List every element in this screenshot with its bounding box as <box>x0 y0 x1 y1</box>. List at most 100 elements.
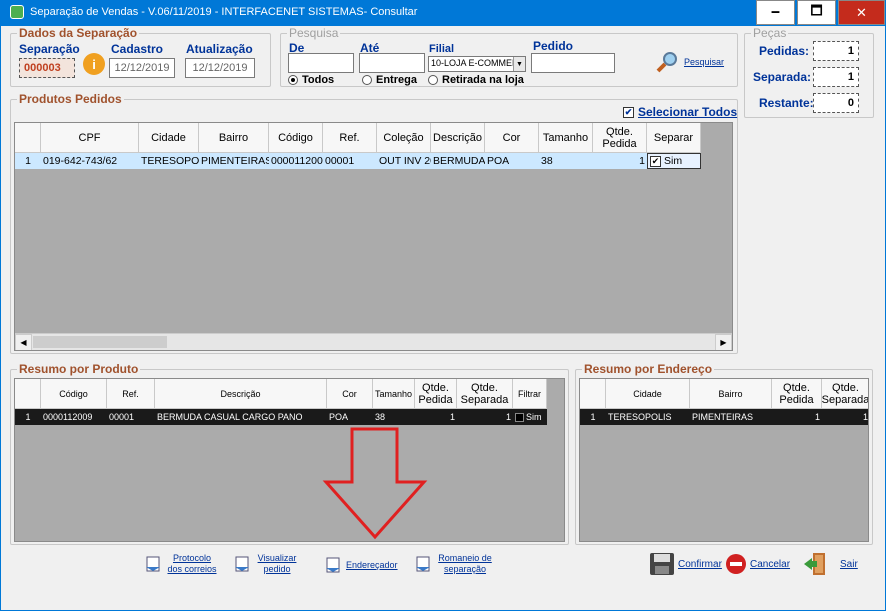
cancelar-button[interactable]: Cancelar <box>725 553 790 575</box>
col-ref[interactable]: Ref. <box>323 123 377 153</box>
resumo-endereco-header: Cidade Bairro Qtde. Pedida Qtde. Separad… <box>580 379 868 409</box>
de-field[interactable] <box>288 53 354 73</box>
cell-cor[interactable]: POA <box>327 409 373 425</box>
cell-separar[interactable]: ✔ Sim <box>647 153 701 169</box>
minimize-button[interactable]: 🗕 <box>756 0 795 25</box>
col-ref[interactable]: Ref. <box>107 379 155 409</box>
cell-qtde-separada[interactable]: 1 <box>822 409 868 425</box>
cell-bairro[interactable]: PIMENTEIRAS <box>690 409 772 425</box>
col-descricao[interactable]: Descrição <box>431 123 485 153</box>
cell-descricao[interactable]: BERMUDA <box>431 153 485 169</box>
pesquisa-legend: Pesquisa <box>287 26 341 40</box>
confirmar-button[interactable]: Confirmar <box>649 552 722 576</box>
cell-cpf[interactable]: 019-642-743/62 <box>41 153 139 169</box>
resumo-produto-grid[interactable]: Código Ref. Descrição Cor Tamanho Qtde. … <box>14 378 565 542</box>
table-row[interactable]: 1 TERESOPOLIS PIMENTEIRAS 1 1 <box>580 409 868 425</box>
table-row[interactable]: 1 0000112009 00001 BERMUDA CASUAL CARGO … <box>15 409 547 425</box>
produtos-hscrollbar[interactable]: ◀ ▶ <box>15 333 732 350</box>
pesquisar-button[interactable]: Pesquisar <box>655 51 724 73</box>
enderecador-button[interactable]: Endereçador <box>324 556 398 574</box>
col-cidade[interactable]: Cidade <box>139 123 199 153</box>
row-indicator-header <box>15 379 41 409</box>
cell-filtrar[interactable]: Sim <box>513 409 547 425</box>
col-qtde-pedida[interactable]: Qtde. Pedida <box>593 123 647 153</box>
cell-ref[interactable]: 00001 <box>107 409 155 425</box>
cell-codigo[interactable]: 0000112009 <box>41 409 107 425</box>
col-separar[interactable]: Separar <box>647 123 701 153</box>
dados-separacao-legend: Dados da Separação <box>17 26 140 40</box>
separada-value: 1 <box>813 67 859 87</box>
table-row[interactable]: 1 019-642-743/62 TERESOPOI PIMENTEIRAS 0… <box>15 153 701 169</box>
cell-ref[interactable]: 00001 <box>323 153 377 169</box>
col-tamanho[interactable]: Tamanho <box>373 379 415 409</box>
col-codigo[interactable]: Código <box>41 379 107 409</box>
cell-qtde-separada[interactable]: 1 <box>457 409 513 425</box>
col-cor[interactable]: Cor <box>485 123 539 153</box>
document-icon <box>146 556 160 572</box>
radio-todos-dot[interactable] <box>288 75 298 85</box>
close-button[interactable]: ✕ <box>838 0 885 25</box>
resumo-endereco-legend: Resumo por Endereço <box>582 362 715 376</box>
col-descricao[interactable]: Descrição <box>155 379 327 409</box>
radio-entrega-dot[interactable] <box>362 75 372 85</box>
resumo-endereco-grid[interactable]: Cidade Bairro Qtde. Pedida Qtde. Separad… <box>579 378 869 542</box>
col-filtrar[interactable]: Filtrar <box>513 379 547 409</box>
selecionar-todos-check-icon[interactable]: ✔ <box>623 106 634 118</box>
col-qtde-pedida[interactable]: Qtde. Pedida <box>415 379 457 409</box>
cell-descricao[interactable]: BERMUDA CASUAL CARGO PANO <box>155 409 327 425</box>
protocolo-correios-button[interactable]: Protocolo dos correios <box>144 553 218 575</box>
selecionar-todos-checkbox[interactable]: ✔ Selecionar Todos <box>623 105 737 119</box>
radio-retirada-label: Retirada na loja <box>442 74 524 86</box>
col-cidade[interactable]: Cidade <box>606 379 690 409</box>
ate-field[interactable] <box>359 53 425 73</box>
cell-colecao[interactable]: OUT INV 20 <box>377 153 431 169</box>
filial-select[interactable]: 10-LOJA E-COMMER ▼ <box>428 56 526 72</box>
col-cpf[interactable]: CPF <box>41 123 139 153</box>
col-codigo[interactable]: Código <box>269 123 323 153</box>
chevron-down-icon[interactable]: ▼ <box>513 57 525 71</box>
cell-cor[interactable]: POA <box>485 153 539 169</box>
radio-retirada-dot[interactable] <box>428 75 438 85</box>
produtos-grid[interactable]: CPF Cidade Bairro Código Ref. Coleção De… <box>14 122 733 351</box>
col-cor[interactable]: Cor <box>327 379 373 409</box>
resumo-produto-group: Resumo por Produto Código Ref. Descrição… <box>10 362 569 545</box>
atualizacao-label: Atualização <box>186 42 253 56</box>
col-bairro[interactable]: Bairro <box>690 379 772 409</box>
scroll-left-icon[interactable]: ◀ <box>15 334 32 350</box>
col-bairro[interactable]: Bairro <box>199 123 269 153</box>
scroll-right-icon[interactable]: ▶ <box>715 334 732 350</box>
radio-todos[interactable]: Todos <box>288 74 334 86</box>
col-tamanho[interactable]: Tamanho <box>539 123 593 153</box>
col-colecao[interactable]: Coleção <box>377 123 431 153</box>
romaneio-button[interactable]: Romaneio de separação <box>414 553 494 575</box>
filtrar-check-icon[interactable] <box>515 412 524 422</box>
row-indicator-header <box>15 123 41 153</box>
enderecador-label: Endereçador <box>346 559 398 570</box>
separar-value: Sim <box>664 155 683 167</box>
sair-button[interactable]: Sair <box>803 551 858 577</box>
cell-codigo[interactable]: 000011200 <box>269 153 323 169</box>
cell-qtde-pedida[interactable]: 1 <box>415 409 457 425</box>
col-qtde-pedida[interactable]: Qtde. Pedida <box>772 379 822 409</box>
scroll-thumb[interactable] <box>33 336 167 348</box>
col-qtde-separada[interactable]: Qtde. Separada <box>822 379 868 409</box>
radio-entrega[interactable]: Entrega <box>362 74 417 86</box>
cell-bairro[interactable]: PIMENTEIRAS <box>199 153 269 169</box>
filial-value: 10-LOJA E-COMMER <box>431 58 519 68</box>
separar-check-icon[interactable]: ✔ <box>650 155 661 167</box>
cell-tamanho[interactable]: 38 <box>539 153 593 169</box>
pedido-field[interactable] <box>531 53 615 73</box>
application-window: Separação de Vendas - V.06/11/2019 - INT… <box>0 0 886 611</box>
cell-cidade[interactable]: TERESOPOLIS <box>606 409 690 425</box>
maximize-button[interactable]: 🗖 <box>797 0 836 25</box>
cell-tamanho[interactable]: 38 <box>373 409 415 425</box>
separacao-field[interactable]: 000003 <box>19 58 75 78</box>
cell-qtde[interactable]: 1 <box>593 153 647 169</box>
radio-retirada[interactable]: Retirada na loja <box>428 74 524 86</box>
info-icon[interactable]: i <box>83 53 105 75</box>
row-number: 1 <box>590 412 596 422</box>
cell-qtde-pedida[interactable]: 1 <box>772 409 822 425</box>
col-qtde-separada[interactable]: Qtde. Separada <box>457 379 513 409</box>
visualizar-pedido-button[interactable]: Visualizar pedido <box>233 553 299 575</box>
cell-cidade[interactable]: TERESOPOI <box>139 153 199 169</box>
